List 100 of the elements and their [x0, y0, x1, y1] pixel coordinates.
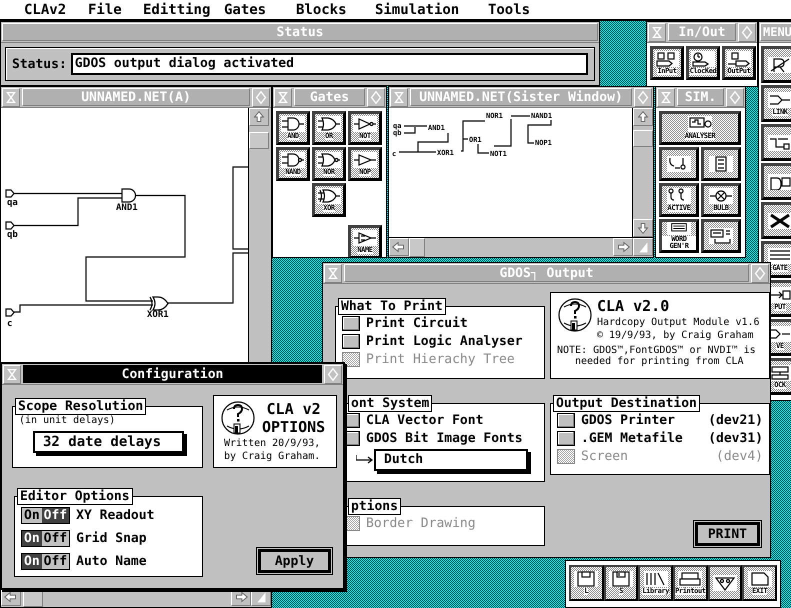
note-text: NOTE: GDOS™,FontGDOS™ or NVDI™ is [557, 345, 757, 356]
device-label: (dev31) [708, 431, 763, 446]
help-disk-icon [220, 400, 256, 436]
status-label: Status: [12, 56, 67, 72]
menu-item[interactable]: Simulation [374, 2, 459, 18]
on-option[interactable]: On [22, 508, 42, 524]
scroll-thumb[interactable] [409, 238, 425, 257]
close-icon[interactable] [648, 23, 666, 42]
resolution-field[interactable]: 32 date delays [33, 431, 184, 453]
checkbox[interactable] [557, 431, 575, 446]
checkbox[interactable] [342, 334, 360, 349]
books-icon [644, 571, 668, 587]
window-title[interactable]: Configuration [23, 365, 322, 383]
option-label: CLA Vector Font [366, 413, 484, 428]
note-text: needed for printing from CLA [574, 356, 745, 367]
tool-button[interactable] [701, 219, 741, 253]
checkbox[interactable] [557, 413, 575, 428]
menu-item[interactable]: Gates [224, 2, 266, 18]
clock-icon [691, 51, 715, 67]
fullscreen-icon[interactable] [751, 264, 769, 283]
close-icon[interactable] [274, 88, 292, 107]
fullscreen-icon[interactable] [726, 88, 744, 107]
option-label: Print Logic Analyser [366, 334, 523, 349]
buffer-icon [353, 152, 377, 168]
on-option[interactable]: On [22, 554, 42, 569]
nor-gate-icon [317, 152, 341, 168]
option-label: Print Hierachy Tree [366, 352, 515, 367]
scroll-thumb[interactable] [633, 130, 653, 147]
close-icon[interactable] [657, 88, 675, 107]
device-label: (dev4) [716, 449, 763, 464]
close-icon[interactable] [2, 88, 20, 107]
face-icon [713, 575, 738, 591]
option-label: Grid Snap [76, 531, 147, 546]
help-disk-icon [557, 297, 593, 333]
scroll-thumb[interactable] [249, 132, 269, 149]
group-title: ont System [348, 395, 432, 412]
print-button[interactable]: PRINT [694, 522, 760, 546]
tool-button[interactable] [761, 46, 791, 83]
about-title: CLA v2.0 [597, 297, 670, 315]
about-subtitle: OPTIONS [262, 418, 326, 436]
about-credit: © 19/9/93, by Craig Graham [597, 330, 755, 341]
menu-item[interactable]: Editting [142, 2, 210, 18]
font-field[interactable]: Dutch [374, 449, 528, 471]
hint-text: (in unit delays) [19, 415, 116, 426]
node-label: qb [7, 230, 18, 240]
keypad-icon [667, 222, 691, 235]
close-icon[interactable] [3, 365, 21, 384]
node-label: c [7, 319, 12, 329]
fullscreen-icon[interactable] [738, 23, 756, 42]
oscilloscope-icon [688, 116, 712, 132]
node-label: AND1 [116, 203, 138, 213]
status-field: GDOS output dialog activated [70, 53, 588, 75]
menu-item[interactable]: Tools [488, 2, 530, 18]
chip-icon [709, 156, 733, 172]
fullscreen-icon[interactable] [634, 88, 652, 107]
tool-button[interactable] [761, 163, 791, 200]
tool-button[interactable] [761, 202, 791, 239]
option-label: Auto Name [76, 554, 147, 569]
disk-icon [609, 571, 633, 587]
lamp-icon [709, 188, 733, 204]
fullscreen-icon[interactable] [324, 365, 342, 384]
input-icon [655, 51, 679, 67]
about-title: CLA v2 [266, 400, 321, 418]
node-label: XOR1 [147, 310, 169, 320]
tool-button[interactable] [659, 147, 699, 181]
checkbox[interactable] [342, 316, 360, 331]
option-label: GDOS Printer [581, 413, 675, 428]
probes-icon [667, 188, 691, 204]
device-icon [768, 174, 791, 190]
on-option[interactable]: On [22, 531, 42, 546]
menu-item[interactable]: File [88, 2, 122, 18]
probe-icon [667, 156, 691, 172]
tool-button[interactable] [761, 124, 791, 161]
wire-icon [768, 134, 791, 150]
off-option[interactable]: Off [42, 531, 70, 546]
r-slash-icon [768, 56, 791, 72]
close-icon[interactable] [390, 88, 408, 107]
tool-button[interactable] [701, 147, 741, 181]
off-option[interactable]: Off [42, 508, 70, 524]
nand-gate-icon [281, 152, 305, 168]
about-subtitle: Hardcopy Output Module v1.6 [597, 317, 760, 328]
off-option[interactable]: Off [42, 554, 70, 569]
label-gate-icon [353, 230, 377, 246]
group-title: What To Print [338, 298, 446, 315]
menu-item[interactable]: Blocks [296, 2, 346, 18]
tools-icon [768, 212, 791, 228]
tool-button[interactable] [708, 565, 742, 601]
option-label: XY Readout [76, 508, 154, 524]
option-label: GDOS Bit Image Fonts [366, 431, 523, 446]
and-gate-icon [281, 116, 305, 132]
apply-button[interactable]: Apply [258, 549, 331, 573]
menu-item[interactable]: CLAv2 [24, 2, 66, 18]
inverter-icon [353, 116, 377, 132]
fullscreen-icon[interactable] [252, 88, 270, 107]
xor-gate-icon [317, 188, 341, 204]
printer-icon [678, 571, 702, 587]
fullscreen-icon[interactable] [367, 88, 385, 107]
close-icon[interactable] [324, 264, 342, 283]
group-title: ptions [348, 498, 401, 515]
display-icon [709, 228, 733, 244]
